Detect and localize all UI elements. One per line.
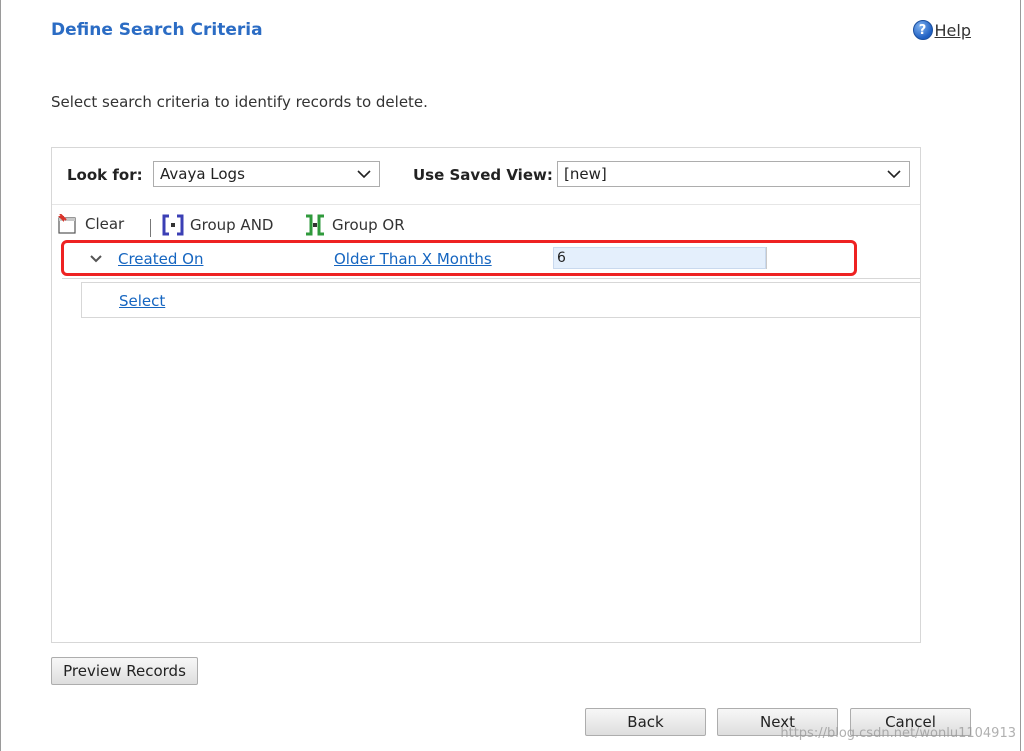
window-left-border: [0, 0, 1, 751]
group-and-button[interactable]: Group AND: [162, 214, 273, 236]
help-link[interactable]: ? Help: [912, 20, 971, 40]
look-for-select[interactable]: Avaya Logs: [153, 161, 380, 187]
condition-field-link[interactable]: Created On: [118, 250, 203, 268]
back-label: Back: [627, 713, 664, 731]
group-or-label: Group OR: [332, 216, 405, 234]
group-and-label: Group AND: [190, 216, 274, 234]
look-for-value: Avaya Logs: [160, 165, 245, 183]
value-input-edge: [766, 247, 767, 269]
dialog-title: Define Search Criteria: [51, 20, 263, 40]
chevron-down-icon: [887, 170, 901, 179]
clear-button[interactable]: Clear: [57, 214, 124, 234]
saved-view-select[interactable]: [new]: [557, 161, 910, 187]
toolbar-separator: [150, 219, 151, 237]
help-label: Help: [934, 20, 971, 40]
saved-view-label: Use Saved View:: [413, 166, 553, 184]
back-button[interactable]: Back: [585, 708, 706, 736]
condition-row: Created On Older Than X Months: [62, 240, 920, 279]
window-right-border: [1020, 0, 1021, 751]
clear-label: Clear: [85, 215, 125, 233]
preview-records-button[interactable]: Preview Records: [51, 657, 198, 685]
clear-icon: [58, 214, 76, 234]
criteria-panel: Look for: Avaya Logs Use Saved View: [ne…: [51, 147, 921, 643]
preview-records-label: Preview Records: [63, 662, 186, 680]
condition-value-input[interactable]: [553, 247, 766, 269]
chevron-down-icon[interactable]: [90, 254, 102, 264]
saved-view-value: [new]: [564, 165, 607, 183]
chevron-down-icon: [357, 170, 371, 179]
select-row: Select: [81, 282, 920, 318]
watermark-text: https://blog.csdn.net/wonlu1104913: [780, 726, 1016, 741]
condition-operator-link[interactable]: Older Than X Months: [334, 250, 492, 268]
help-icon: ?: [912, 20, 933, 40]
instructions-text: Select search criteria to identify recor…: [51, 93, 428, 111]
group-or-button[interactable]: Group OR: [304, 214, 405, 236]
group-and-icon: [162, 214, 184, 236]
criteria-toolbar: Clear Group AND Group OR: [52, 204, 920, 241]
look-for-label: Look for:: [67, 166, 143, 184]
group-or-icon: [306, 214, 324, 236]
look-for-row: Look for: Avaya Logs Use Saved View: [ne…: [52, 148, 920, 202]
select-attribute-link[interactable]: Select: [119, 292, 165, 310]
